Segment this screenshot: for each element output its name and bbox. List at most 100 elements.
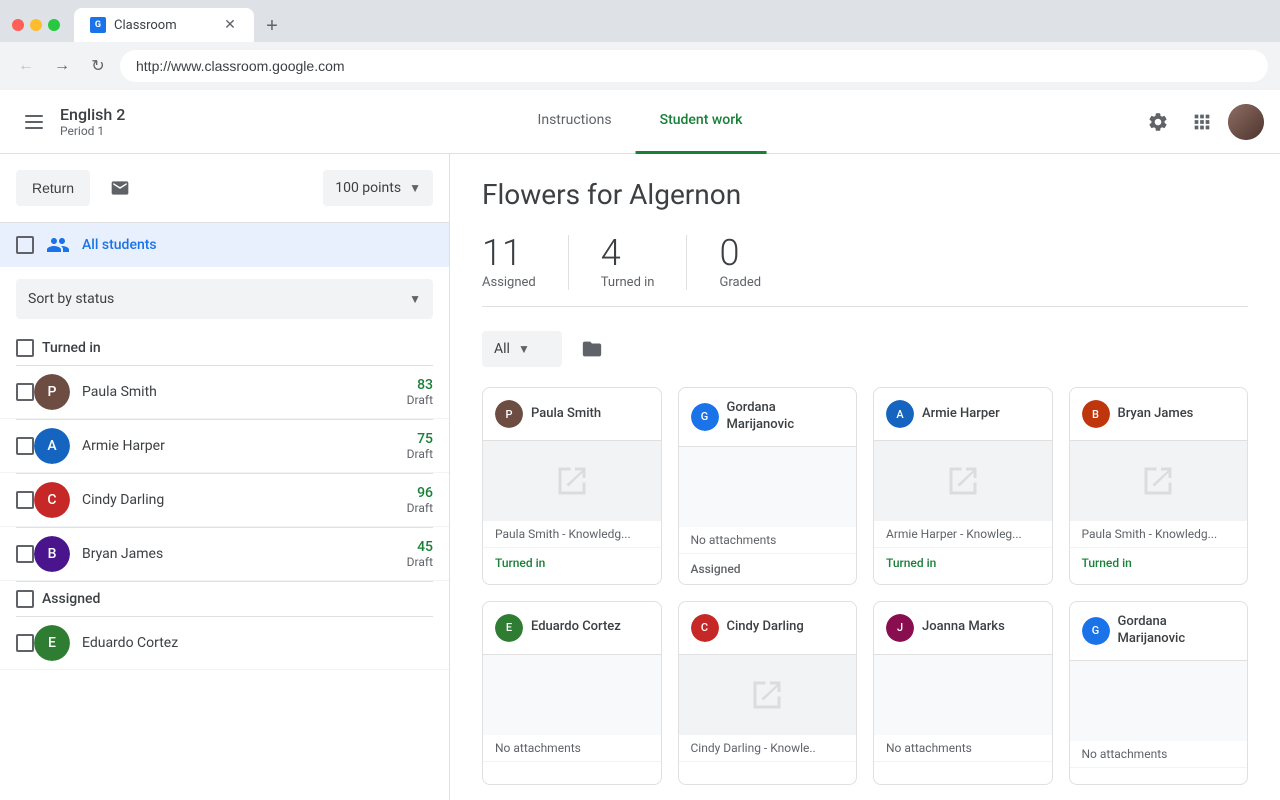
- traffic-light-green[interactable]: [48, 19, 60, 31]
- card-file-bryan: Paula Smith - Knowledg...: [1070, 521, 1248, 548]
- assigned-checkbox[interactable]: [16, 590, 34, 608]
- card-header-paula: P Paula Smith: [483, 388, 661, 441]
- card-name-joanna: Joanna Marks: [922, 619, 1005, 636]
- points-dropdown[interactable]: 100 points ▼: [323, 170, 433, 206]
- hamburger-menu[interactable]: [16, 104, 52, 140]
- traffic-light-red[interactable]: [12, 19, 24, 31]
- card-avatar-joanna: J: [886, 614, 914, 642]
- student-name-bryan: Bryan James: [82, 546, 407, 562]
- student-card-joanna[interactable]: J Joanna Marks No attachments: [873, 601, 1053, 785]
- student-row[interactable]: A Armie Harper 75 Draft: [0, 420, 449, 473]
- student-grade-cindy: 96 Draft: [407, 485, 433, 515]
- all-students-checkbox[interactable]: [16, 236, 34, 254]
- card-status-cindy: [679, 762, 857, 778]
- settings-button[interactable]: [1140, 104, 1176, 140]
- card-name-paula: Paula Smith: [531, 406, 601, 423]
- hamburger-icon: [25, 115, 43, 129]
- card-header-eduardo: E Eduardo Cortez: [483, 602, 661, 655]
- apps-button[interactable]: [1184, 104, 1220, 140]
- student-checkbox-bryan[interactable]: [16, 545, 34, 563]
- card-preview-cindy: [679, 655, 857, 735]
- stat-graded-label: Graded: [719, 275, 761, 290]
- card-name-eduardo: Eduardo Cortez: [531, 619, 621, 636]
- card-status-gordana-2: [1070, 768, 1248, 784]
- traffic-light-yellow[interactable]: [30, 19, 42, 31]
- card-header-bryan: B Bryan James: [1070, 388, 1248, 441]
- settings-icon: [1147, 111, 1169, 133]
- points-dropdown-arrow: ▼: [409, 181, 421, 195]
- card-avatar-gordana: G: [691, 403, 719, 431]
- tab-close-button[interactable]: ✕: [222, 17, 238, 33]
- stat-graded: 0 Graded: [719, 235, 793, 290]
- cards-grid: P Paula Smith Paula Smith - Knowledg... …: [482, 387, 1248, 785]
- card-preview-gordana-2: [1070, 661, 1248, 741]
- doc-icon: [945, 463, 981, 499]
- all-students-row[interactable]: All students: [0, 223, 449, 267]
- tab-student-work[interactable]: Student work: [636, 90, 767, 154]
- student-checkbox-paula[interactable]: [16, 383, 34, 401]
- card-name-cindy: Cindy Darling: [727, 619, 804, 636]
- student-card-paula[interactable]: P Paula Smith Paula Smith - Knowledg... …: [482, 387, 662, 585]
- card-name-gordana-2: Gordana Marijanovic: [1118, 614, 1236, 648]
- card-preview-eduardo: [483, 655, 661, 735]
- forward-button[interactable]: →: [48, 52, 76, 80]
- student-card-armie[interactable]: A Armie Harper Armie Harper - Knowleg...…: [873, 387, 1053, 585]
- card-file-armie: Armie Harper - Knowleg...: [874, 521, 1052, 548]
- student-card-cindy[interactable]: C Cindy Darling Cindy Darling - Knowle..: [678, 601, 858, 785]
- student-checkbox-eduardo[interactable]: [16, 634, 34, 652]
- card-file-cindy: Cindy Darling - Knowle..: [679, 735, 857, 762]
- student-grade-armie: 75 Draft: [407, 431, 433, 461]
- sort-arrow: ▼: [409, 292, 421, 306]
- student-checkbox-armie[interactable]: [16, 437, 34, 455]
- card-preview-gordana: [679, 447, 857, 527]
- address-bar[interactable]: [120, 50, 1268, 82]
- folder-button[interactable]: [574, 331, 610, 367]
- browser-tab[interactable]: G Classroom ✕: [74, 8, 254, 42]
- card-status-eduardo: [483, 762, 661, 778]
- student-grade-bryan: 45 Draft: [407, 539, 433, 569]
- card-avatar-eduardo: E: [495, 614, 523, 642]
- student-avatar-paula: P: [34, 374, 70, 410]
- filter-all-label: All: [494, 341, 510, 357]
- student-card-gordana[interactable]: G Gordana Marijanovic No attachments Ass…: [678, 387, 858, 585]
- email-button[interactable]: [102, 170, 138, 206]
- student-row[interactable]: C Cindy Darling 96 Draft: [0, 474, 449, 527]
- apps-icon: [1191, 111, 1213, 133]
- card-name-bryan: Bryan James: [1118, 406, 1194, 423]
- sort-dropdown[interactable]: Sort by status ▼: [16, 279, 433, 319]
- doc-icon: [554, 463, 590, 499]
- new-tab-button[interactable]: +: [256, 10, 288, 42]
- student-checkbox-cindy[interactable]: [16, 491, 34, 509]
- students-icon: [46, 233, 70, 257]
- nav-tabs: Instructions Student work: [514, 90, 767, 154]
- student-grade-paula: 83 Draft: [407, 377, 433, 407]
- reload-button[interactable]: ↻: [84, 52, 112, 80]
- student-avatar-bryan: B: [34, 536, 70, 572]
- card-preview-paula: [483, 441, 661, 521]
- stat-assigned-label: Assigned: [482, 275, 536, 290]
- card-status-armie: Turned in: [874, 548, 1052, 578]
- sort-dropdown-container: Sort by status ▼: [0, 267, 449, 331]
- student-card-bryan[interactable]: B Bryan James Paula Smith - Knowledg... …: [1069, 387, 1249, 585]
- card-file-gordana-2: No attachments: [1070, 741, 1248, 768]
- student-card-eduardo[interactable]: E Eduardo Cortez No attachments: [482, 601, 662, 785]
- back-button[interactable]: ←: [12, 52, 40, 80]
- card-name-gordana: Gordana Marijanovic: [727, 400, 845, 434]
- student-row[interactable]: B Bryan James 45 Draft: [0, 528, 449, 581]
- turned-in-checkbox[interactable]: [16, 339, 34, 357]
- filter-dropdown[interactable]: All ▼: [482, 331, 562, 367]
- card-file-eduardo: No attachments: [483, 735, 661, 762]
- student-row[interactable]: E Eduardo Cortez: [0, 617, 449, 670]
- student-row[interactable]: P Paula Smith 83 Draft: [0, 366, 449, 419]
- student-card-gordana-2[interactable]: G Gordana Marijanovic No attachments: [1069, 601, 1249, 785]
- student-avatar-armie: A: [34, 428, 70, 464]
- tab-title: Classroom: [114, 18, 214, 33]
- user-avatar[interactable]: [1228, 104, 1264, 140]
- tab-instructions[interactable]: Instructions: [514, 90, 636, 154]
- sidebar: Return 100 points ▼ All students: [0, 154, 450, 800]
- card-preview-bryan: [1070, 441, 1248, 521]
- return-button[interactable]: Return: [16, 170, 90, 206]
- assigned-label: Assigned: [42, 591, 100, 607]
- card-status-gordana: Assigned: [679, 554, 857, 584]
- card-status-paula: Turned in: [483, 548, 661, 578]
